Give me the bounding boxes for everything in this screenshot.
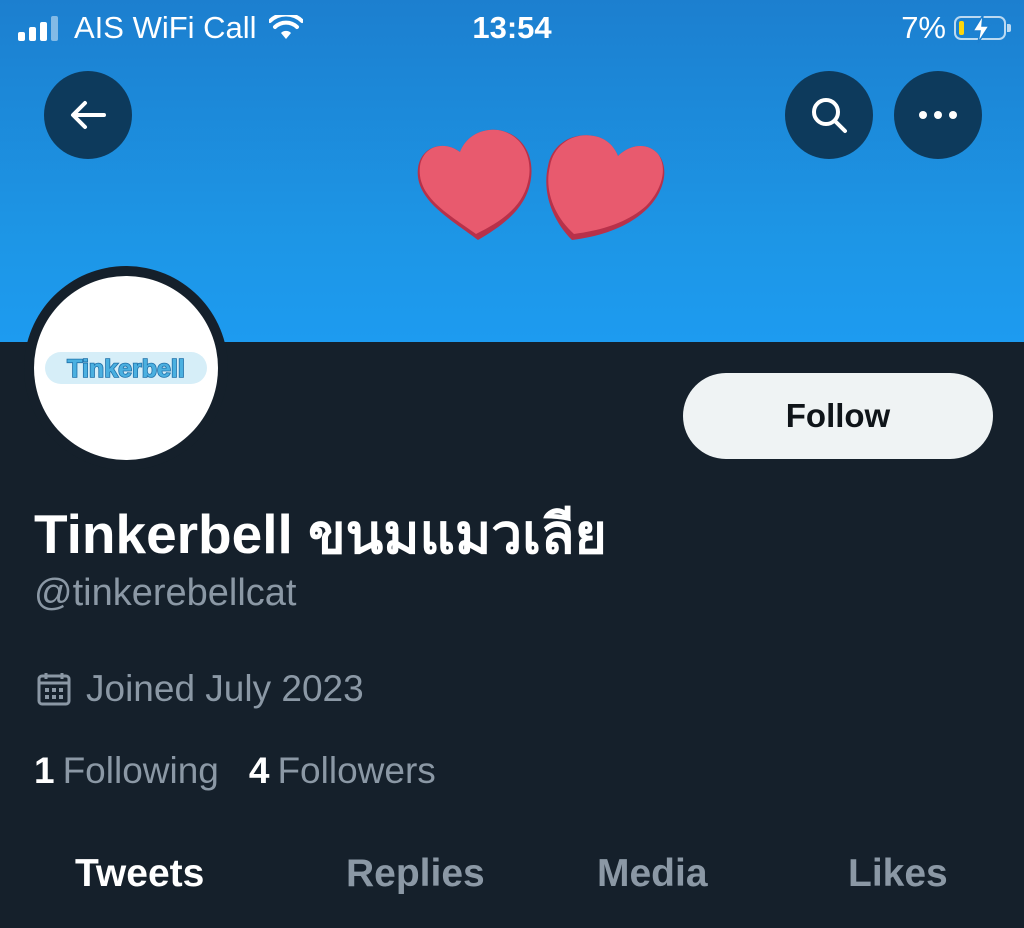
more-button[interactable]	[894, 71, 982, 159]
tab-tweets[interactable]: Tweets	[75, 852, 204, 896]
profile-tabs: Tweets Replies Media Likes	[0, 848, 1024, 908]
follow-button[interactable]: Follow	[683, 373, 993, 459]
calendar-icon	[37, 673, 71, 706]
avatar[interactable]: Tinkerbell	[34, 276, 218, 460]
tinkerbell-logo: Tinkerbell	[45, 352, 207, 384]
following-count: 1	[34, 750, 55, 791]
tab-likes[interactable]: Likes	[848, 852, 948, 896]
followers-count: 4	[248, 750, 270, 791]
battery-icon	[954, 14, 1011, 44]
tab-replies[interactable]: Replies	[346, 852, 485, 896]
arrow-left-icon	[71, 101, 106, 129]
followers-stat[interactable]: 4 Followers	[249, 750, 436, 792]
user-handle: @tinkerebellcat	[34, 572, 297, 614]
display-name: Tinkerbell ขนมแมวเลีย	[34, 503, 607, 565]
join-date-label: Joined July 2023	[86, 668, 364, 709]
join-date: Joined July 2023	[36, 668, 364, 710]
more-horizontal-icon	[919, 111, 957, 119]
following-label: Following	[62, 750, 219, 791]
following-stat[interactable]: 1 Following	[34, 750, 219, 792]
status-bar: AIS WiFi Call 13:54 7%	[0, 0, 1024, 58]
search-button[interactable]	[785, 71, 873, 159]
svg-text:Tinkerbell: Tinkerbell	[67, 355, 185, 383]
back-button[interactable]	[44, 71, 132, 159]
hearts-illustration	[417, 129, 665, 240]
followers-label: Followers	[277, 750, 436, 791]
battery-percent: 7%	[901, 10, 946, 45]
follow-stats: 1 Following 4 Followers	[34, 750, 466, 792]
tab-media[interactable]: Media	[597, 852, 708, 896]
clock: 13:54	[472, 10, 552, 45]
search-icon	[812, 98, 847, 133]
